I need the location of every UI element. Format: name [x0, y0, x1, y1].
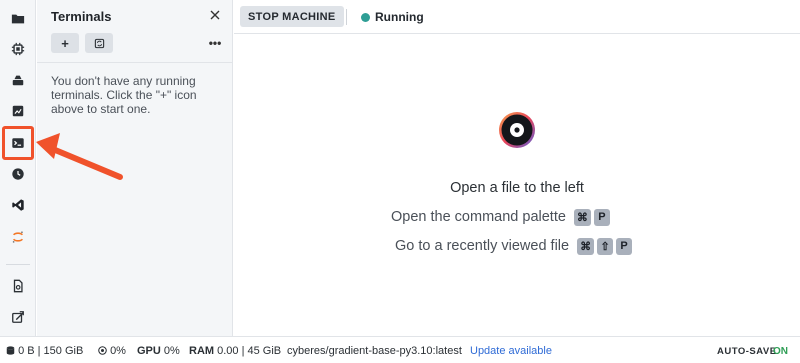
cpu-indicator: 0%: [98, 345, 126, 357]
cpu-value: 0%: [110, 345, 126, 357]
autosave-label: AUTO-SAVE: [717, 346, 777, 357]
extensions-icon[interactable]: [6, 305, 30, 329]
stop-machine-button[interactable]: STOP MACHINE: [240, 6, 344, 27]
autosave-toggle[interactable]: ON: [773, 346, 788, 357]
key-p: P: [593, 208, 610, 226]
jupyter-icon[interactable]: [6, 225, 30, 249]
hint-text: Open the command palette: [391, 209, 566, 225]
close-icon[interactable]: [207, 7, 223, 23]
more-options-button[interactable]: •••: [207, 33, 223, 53]
plus-icon: +: [61, 35, 69, 51]
chip-icon[interactable]: [6, 37, 30, 61]
storage-value: 0 B | 150 GiB: [18, 345, 84, 357]
machine-status: Running: [375, 10, 424, 24]
command-key-icon: ⌘: [577, 237, 595, 255]
refresh-icon: [94, 38, 104, 48]
gpu-label: GPU: [137, 345, 161, 357]
key-p: P: [616, 237, 633, 255]
shift-key-icon: ⇧: [597, 237, 614, 255]
storage-indicator: 0 B | 150 GiB: [6, 345, 83, 357]
status-dot-icon: [361, 13, 370, 22]
cpu-icon: [98, 346, 107, 355]
gpu-value: 0%: [163, 345, 180, 357]
clock-icon[interactable]: [6, 162, 30, 186]
ram-label: RAM: [189, 345, 215, 357]
database-icon: [6, 346, 15, 355]
status-bar: 0 B | 150 GiB 0% GPU 0% RAM 0.00 | 45 Gi…: [0, 336, 800, 363]
ram-value: 0.00 | 45 GiB: [217, 345, 282, 357]
topbar-divider: [346, 9, 347, 25]
activity-divider: [6, 264, 30, 265]
command-palette-hint: Open the command palette ⌘ P: [391, 208, 613, 226]
new-terminal-button[interactable]: +: [51, 33, 79, 53]
folder-icon[interactable]: [6, 7, 30, 31]
red-arrow-annotation: [36, 133, 123, 180]
vscode-icon[interactable]: [6, 193, 30, 217]
empty-state-message: You don't have any running terminals. Cl…: [51, 74, 197, 116]
open-file-hint: Open a file to the left: [450, 180, 584, 196]
metrics-icon[interactable]: [6, 99, 30, 123]
refresh-button[interactable]: [85, 33, 113, 53]
command-key-icon: ⌘: [573, 208, 591, 226]
gpu-indicator: GPU 0%: [137, 345, 180, 357]
container-image: cyberes/gradient-base-py3.10:latest: [287, 345, 462, 357]
file-icon[interactable]: [6, 274, 30, 298]
machine-icon[interactable]: [6, 68, 30, 92]
ram-indicator: RAM 0.00 | 45 GiB: [189, 345, 281, 357]
notebook-ide: Terminals + ••• You don't have any runni…: [0, 0, 800, 363]
panel-divider: [37, 62, 233, 63]
app-logo-icon: [499, 112, 535, 148]
recent-file-hint: Go to a recently viewed file ⌘ ⇧ P: [395, 237, 635, 255]
update-available-link[interactable]: Update available: [470, 345, 552, 357]
editor-area: Open a file to the left Open the command…: [234, 35, 800, 336]
panel-title: Terminals: [51, 9, 112, 24]
hint-text: Go to a recently viewed file: [395, 238, 570, 254]
top-bar: STOP MACHINE Running: [234, 0, 800, 34]
